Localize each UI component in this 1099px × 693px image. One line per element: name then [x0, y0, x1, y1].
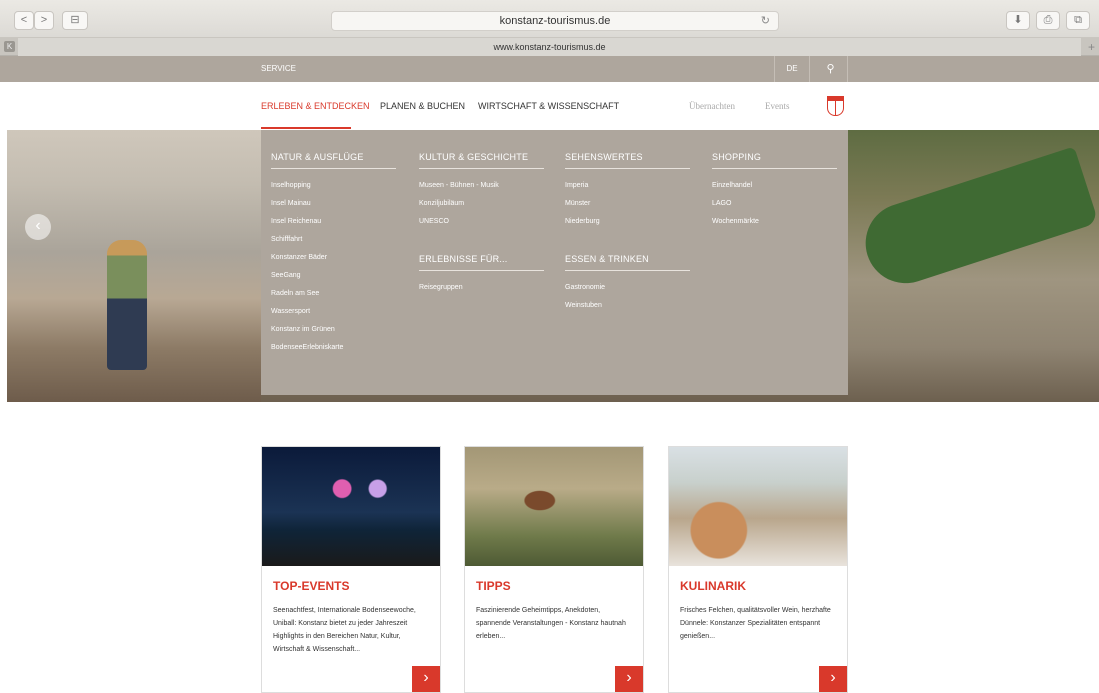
card-top-events[interactable]: TOP-EVENTS Seenachtfest, Internationale … [261, 446, 441, 693]
menu-item[interactable]: Insel Mainau [271, 200, 396, 218]
card-title: TOP-EVENTS [273, 579, 350, 593]
nav-link-uebernachten[interactable]: Übernachten [689, 101, 735, 111]
menu-item[interactable]: Konstanzer Bäder [271, 254, 396, 272]
nav-item-erleben[interactable]: ERLEBEN & ENTDECKEN [261, 101, 370, 111]
menu-item[interactable]: Münster [565, 200, 690, 218]
language-switch[interactable]: DE [774, 56, 810, 82]
menu-item[interactable]: BodenseeErlebniskarte [271, 344, 396, 362]
back-button[interactable]: < [14, 11, 34, 30]
mega-menu: NATUR & AUSFLÜGE Inselhopping Insel Main… [261, 130, 848, 395]
main-nav: ERLEBEN & ENTDECKEN PLANEN & BUCHEN WIRT… [0, 82, 1099, 130]
menu-item[interactable]: Wochenmärkte [712, 218, 837, 236]
menu-column-title[interactable]: NATUR & AUSFLÜGE [271, 152, 396, 169]
card-text: Frisches Felchen, qualitätsvoller Wein, … [680, 607, 831, 640]
new-tab-button[interactable]: + [1088, 38, 1095, 56]
menu-item[interactable]: UNESCO [419, 218, 544, 236]
chevron-right-icon[interactable]: › [412, 666, 440, 692]
url-text: konstanz-tourismus.de [499, 15, 611, 27]
menu-column-sehenswertes: SEHENSWERTES Imperia Münster Niederburg [565, 152, 690, 236]
menu-item[interactable]: LAGO [712, 200, 837, 218]
menu-column-title[interactable]: SEHENSWERTES [565, 152, 690, 169]
teaser-cards: TOP-EVENTS Seenachtfest, Internationale … [261, 446, 849, 693]
card-kulinarik[interactable]: KULINARIK Frisches Felchen, qualitätsvol… [668, 446, 848, 693]
sidebar-button[interactable]: ⊟ [62, 11, 88, 30]
nav-link-events[interactable]: Events [765, 101, 790, 111]
menu-column-erlebnisse: ERLEBNISSE FÜR... Reisegruppen [419, 254, 544, 302]
reload-icon[interactable]: ↻ [761, 12, 770, 30]
card-title: KULINARIK [680, 579, 746, 593]
menu-item[interactable]: Inselhopping [271, 182, 396, 200]
tabs-overview-icon[interactable]: ⧉ [1066, 11, 1090, 30]
browser-toolbar: < > ⊟ konstanz-tourismus.de ↻ ⬇ ⎙ ⧉ [0, 0, 1099, 38]
card-title: TIPPS [476, 579, 511, 593]
card-image-fireworks [262, 447, 440, 566]
menu-item[interactable]: Weinstuben [565, 302, 690, 320]
menu-item[interactable]: Reisegruppen [419, 284, 544, 302]
menu-item[interactable]: Gastronomie [565, 284, 690, 302]
browser-tab[interactable]: www.konstanz-tourismus.de [18, 38, 1081, 56]
menu-column-title[interactable]: ESSEN & TRINKEN [565, 254, 690, 271]
menu-item[interactable]: Einzelhandel [712, 182, 837, 200]
menu-column-essen: ESSEN & TRINKEN Gastronomie Weinstuben [565, 254, 690, 320]
menu-column-shopping: SHOPPING Einzelhandel LAGO Wochenmärkte [712, 152, 837, 236]
card-tipps[interactable]: TIPPS Faszinierende Geheimtipps, Anekdot… [464, 446, 644, 693]
menu-column-kultur: KULTUR & GESCHICHTE Museen - Bühnen - Mu… [419, 152, 544, 236]
menu-column-natur: NATUR & AUSFLÜGE Inselhopping Insel Main… [271, 152, 396, 362]
forward-button[interactable]: > [34, 11, 54, 30]
menu-column-title[interactable]: SHOPPING [712, 152, 837, 169]
address-bar[interactable]: konstanz-tourismus.de ↻ [331, 11, 779, 31]
nav-item-planen[interactable]: PLANEN & BUCHEN [380, 101, 465, 111]
share-icon[interactable]: ⎙ [1036, 11, 1060, 30]
tab-strip: K www.konstanz-tourismus.de + [0, 38, 1099, 56]
card-text: Faszinierende Geheimtipps, Anekdoten, sp… [476, 607, 626, 640]
slider-prev-button[interactable]: ‹ [25, 214, 51, 240]
menu-item[interactable]: SeeGang [271, 272, 396, 290]
download-icon[interactable]: ⬇ [1006, 11, 1030, 30]
active-nav-indicator [261, 127, 351, 129]
menu-item[interactable]: Imperia [565, 182, 690, 200]
chevron-right-icon[interactable]: › [615, 666, 643, 692]
menu-item[interactable]: Radeln am See [271, 290, 396, 308]
menu-column-title[interactable]: ERLEBNISSE FÜR... [419, 254, 544, 271]
menu-column-title[interactable]: KULTUR & GESCHICHTE [419, 152, 544, 169]
menu-item[interactable]: Wassersport [271, 308, 396, 326]
konstanz-crest-logo[interactable] [827, 96, 844, 116]
favicon: K [4, 41, 15, 52]
card-image-courtyard [465, 447, 643, 566]
menu-item[interactable]: Insel Reichenau [271, 218, 396, 236]
service-bar: SERVICE DE ⚲ [0, 56, 1099, 82]
menu-item[interactable]: Museen - Bühnen - Musik [419, 182, 544, 200]
card-image-restaurant [669, 447, 847, 566]
search-icon[interactable]: ⚲ [814, 56, 848, 82]
menu-item[interactable]: Konziljubiläum [419, 200, 544, 218]
menu-item[interactable]: Schifffahrt [271, 236, 396, 254]
menu-item[interactable]: Niederburg [565, 218, 690, 236]
service-link[interactable]: SERVICE [261, 64, 296, 73]
menu-item[interactable]: Konstanz im Grünen [271, 326, 396, 344]
nav-item-wirtschaft[interactable]: WIRTSCHAFT & WISSENSCHAFT [478, 101, 619, 111]
chevron-right-icon[interactable]: › [819, 666, 847, 692]
card-text: Seenachtfest, Internationale Bodenseewoc… [273, 607, 416, 653]
hero-person [107, 240, 147, 370]
